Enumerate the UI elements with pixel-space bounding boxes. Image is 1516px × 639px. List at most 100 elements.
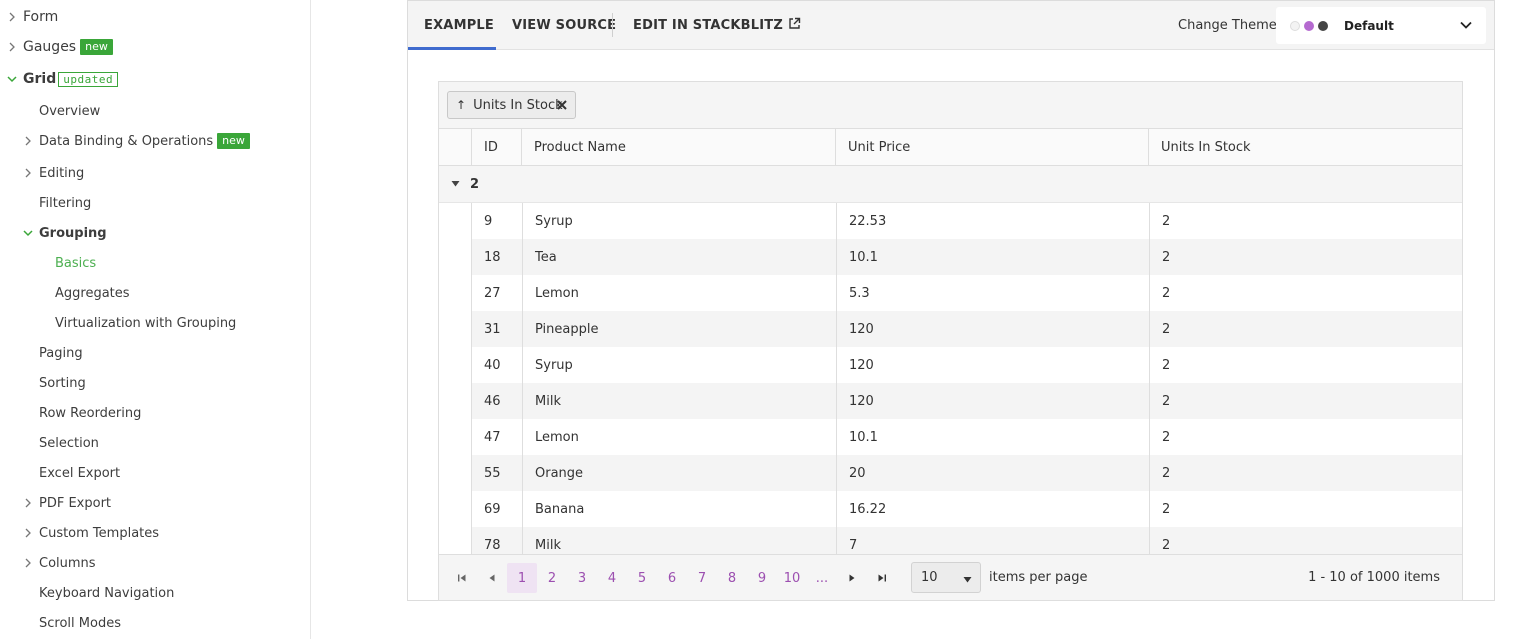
table-row[interactable]: 69 Banana 16.22 2	[439, 491, 1462, 527]
tab-edit-stackblitz[interactable]: EDIT IN STACKBLITZ	[633, 1, 801, 50]
table-cell[interactable]: 9	[472, 203, 522, 239]
table-row[interactable]: 47 Lemon 10.1 2	[439, 419, 1462, 455]
caret-down-icon[interactable]	[451, 177, 460, 192]
table-cell[interactable]: 22.53	[836, 203, 1149, 239]
table-cell[interactable]: 7	[836, 527, 1149, 554]
nav-item-sorting[interactable]: Sorting	[39, 372, 86, 394]
table-cell[interactable]: 2	[1149, 275, 1462, 311]
table-cell[interactable]: 18	[472, 239, 522, 275]
table-row[interactable]: 18 Tea 10.1 2	[439, 239, 1462, 275]
page-button[interactable]: 9	[747, 563, 777, 593]
table-cell[interactable]: Syrup	[522, 203, 836, 239]
table-cell[interactable]: Milk	[522, 383, 836, 419]
group-chip[interactable]: ↑ Units In Stock	[447, 91, 576, 119]
page-size-select[interactable]: 10	[911, 562, 981, 593]
page-button[interactable]: 5	[627, 563, 657, 593]
table-cell[interactable]: 2	[1149, 239, 1462, 275]
table-cell[interactable]: 27	[472, 275, 522, 311]
nav-item-editing[interactable]: Editing	[23, 162, 84, 184]
column-header-id[interactable]: ID	[471, 129, 521, 166]
nav-item-paging[interactable]: Paging	[39, 342, 83, 364]
nav-item-excel-export[interactable]: Excel Export	[39, 462, 120, 484]
table-cell[interactable]: 16.22	[836, 491, 1149, 527]
nav-item-form[interactable]: Form	[7, 6, 58, 28]
page-button[interactable]: 10	[777, 563, 807, 593]
table-cell[interactable]: 55	[472, 455, 522, 491]
table-cell[interactable]: 46	[472, 383, 522, 419]
page-button[interactable]: 2	[537, 563, 567, 593]
page-more-button[interactable]: ...	[807, 563, 837, 593]
table-cell[interactable]: Syrup	[522, 347, 836, 383]
nav-item-overview[interactable]: Overview	[39, 100, 100, 122]
nav-item-filtering[interactable]: Filtering	[39, 192, 91, 214]
nav-item-basics[interactable]: Basics	[55, 252, 96, 274]
table-cell[interactable]: 10.1	[836, 239, 1149, 275]
nav-item-data-binding[interactable]: Data Binding & Operations new	[23, 130, 250, 152]
column-header-units-in-stock[interactable]: Units In Stock	[1148, 129, 1462, 166]
table-row[interactable]: 31 Pineapple 120 2	[439, 311, 1462, 347]
table-cell[interactable]: Pineapple	[522, 311, 836, 347]
table-row[interactable]: 40 Syrup 120 2	[439, 347, 1462, 383]
table-cell[interactable]: 2	[1149, 527, 1462, 554]
table-row[interactable]: 55 Orange 20 2	[439, 455, 1462, 491]
table-cell[interactable]: 31	[472, 311, 522, 347]
tab-example[interactable]: EXAMPLE	[408, 1, 496, 50]
page-button[interactable]: 7	[687, 563, 717, 593]
table-cell[interactable]: Orange	[522, 455, 836, 491]
column-header-product-name[interactable]: Product Name	[521, 129, 835, 166]
table-cell[interactable]: 2	[1149, 383, 1462, 419]
theme-dropdown[interactable]: Default	[1276, 7, 1486, 44]
table-cell[interactable]: 2	[1149, 203, 1462, 239]
table-cell[interactable]: 2	[1149, 311, 1462, 347]
table-row[interactable]: 9 Syrup 22.53 2	[439, 203, 1462, 239]
table-cell[interactable]: 2	[1149, 419, 1462, 455]
table-cell[interactable]: 47	[472, 419, 522, 455]
nav-item-grid[interactable]: Grid updated	[7, 68, 119, 90]
nav-item-selection[interactable]: Selection	[39, 432, 99, 454]
group-header-row[interactable]: 2	[439, 166, 1462, 203]
sort-asc-icon: ↑	[456, 98, 467, 112]
table-cell[interactable]: 120	[836, 347, 1149, 383]
nav-item-columns[interactable]: Columns	[23, 552, 96, 574]
table-cell[interactable]: Lemon	[522, 275, 836, 311]
table-cell[interactable]: Tea	[522, 239, 836, 275]
table-row[interactable]: 78 Milk 7 2	[439, 527, 1462, 554]
page-button[interactable]: 1	[507, 563, 537, 593]
nav-item-virtualization-grouping[interactable]: Virtualization with Grouping	[55, 312, 236, 334]
page-button[interactable]: 3	[567, 563, 597, 593]
table-row[interactable]: 46 Milk 120 2	[439, 383, 1462, 419]
nav-item-gauges[interactable]: Gauges new	[7, 36, 113, 58]
table-cell[interactable]: 78	[472, 527, 522, 554]
last-page-icon[interactable]	[867, 563, 897, 593]
page-button[interactable]: 4	[597, 563, 627, 593]
nav-item-custom-templates[interactable]: Custom Templates	[23, 522, 159, 544]
nav-item-row-reordering[interactable]: Row Reordering	[39, 402, 141, 424]
table-cell[interactable]: 2	[1149, 455, 1462, 491]
table-cell[interactable]: 120	[836, 383, 1149, 419]
table-cell[interactable]: Milk	[522, 527, 836, 554]
next-page-icon[interactable]	[837, 563, 867, 593]
table-cell[interactable]: 2	[1149, 347, 1462, 383]
table-cell[interactable]: Lemon	[522, 419, 836, 455]
page-button[interactable]: 8	[717, 563, 747, 593]
table-cell[interactable]: 10.1	[836, 419, 1149, 455]
table-cell[interactable]: 20	[836, 455, 1149, 491]
close-icon[interactable]	[555, 98, 569, 116]
table-cell[interactable]: 5.3	[836, 275, 1149, 311]
prev-page-icon[interactable]	[477, 563, 507, 593]
table-cell[interactable]: 40	[472, 347, 522, 383]
nav-item-aggregates[interactable]: Aggregates	[55, 282, 130, 304]
column-header-unit-price[interactable]: Unit Price	[835, 129, 1148, 166]
table-cell[interactable]: Banana	[522, 491, 836, 527]
nav-item-keyboard-navigation[interactable]: Keyboard Navigation	[39, 582, 174, 604]
nav-item-pdf-export[interactable]: PDF Export	[23, 492, 111, 514]
nav-item-grouping[interactable]: Grouping	[23, 222, 107, 244]
nav-item-scroll-modes[interactable]: Scroll Modes	[39, 612, 121, 634]
table-cell[interactable]: 2	[1149, 491, 1462, 527]
table-row[interactable]: 27 Lemon 5.3 2	[439, 275, 1462, 311]
first-page-icon[interactable]	[447, 563, 477, 593]
table-cell[interactable]: 120	[836, 311, 1149, 347]
page-button[interactable]: 6	[657, 563, 687, 593]
tab-view-source[interactable]: VIEW SOURCE	[512, 1, 616, 50]
table-cell[interactable]: 69	[472, 491, 522, 527]
